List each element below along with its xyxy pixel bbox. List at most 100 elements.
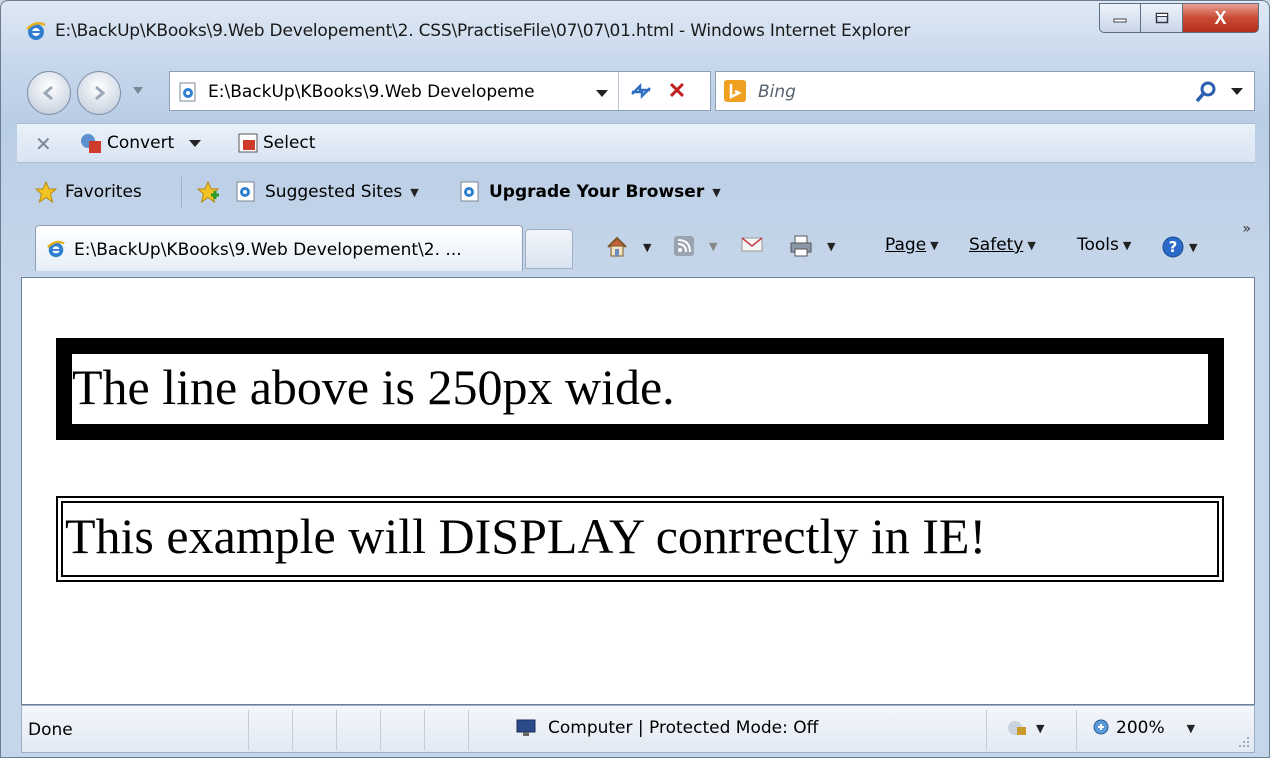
ie-logo-icon [47, 240, 65, 258]
feeds-button[interactable]: ▼ [673, 235, 717, 257]
window-controls: X [1099, 3, 1259, 33]
chevron-down-icon [189, 140, 202, 147]
status-divider [468, 710, 469, 750]
status-divider [292, 710, 293, 750]
chevron-down-icon: ▼ [1036, 721, 1045, 735]
zoom-control[interactable]: 200% ▼ [1092, 718, 1195, 738]
help-menu[interactable]: ? ▼ [1161, 235, 1197, 259]
status-bar: Done Computer | Protected Mode: Off ▼ 20… [21, 705, 1255, 753]
address-dropdown-icon[interactable] [594, 82, 610, 102]
page-menu-label: Page [885, 235, 927, 255]
status-divider [336, 710, 337, 750]
back-button[interactable] [27, 71, 71, 115]
close-toolbar-icon[interactable]: ✕ [35, 132, 52, 157]
page-content: The line above is 250px wide. This examp… [21, 277, 1255, 705]
computer-icon [516, 719, 536, 736]
browser-window: E:\BackUp\KBooks\9.Web Developement\2. C… [0, 0, 1270, 758]
star-icon [35, 181, 57, 203]
new-tab-button[interactable] [525, 229, 573, 269]
tab-label: E:\BackUp\KBooks\9.Web Developement\2. .… [74, 240, 462, 260]
chevron-down-icon: ▼ [1027, 238, 1036, 252]
favorites-label: Favorites [65, 182, 142, 202]
convert-toolbar: ✕ Convert Select [17, 123, 1255, 163]
title-bar: E:\BackUp\KBooks\9.Web Developement\2. C… [1, 1, 1269, 61]
chevron-down-icon: ▼ [1186, 721, 1196, 735]
window-title: E:\BackUp\KBooks\9.Web Developement\2. C… [55, 21, 911, 41]
lock-icon [1008, 721, 1026, 735]
convert-button[interactable]: Convert [79, 132, 202, 154]
svg-text:?: ? [1169, 238, 1178, 256]
chevron-down-icon: ▼ [643, 240, 652, 254]
read-mail-button[interactable] [741, 235, 763, 253]
add-favorite-icon [197, 181, 220, 203]
search-box[interactable]: Bing [715, 71, 1255, 111]
status-divider [380, 710, 381, 750]
thick-border-box: The line above is 250px wide. [56, 338, 1224, 440]
security-zone[interactable]: Computer | Protected Mode: Off [514, 718, 818, 738]
chevron-down-icon: ▼ [1122, 238, 1132, 252]
address-bar[interactable]: E:\BackUp\KBooks\9.Web Developeme ✕ [169, 71, 711, 111]
search-dropdown-icon[interactable] [1230, 84, 1244, 98]
maximize-icon [1155, 12, 1168, 24]
close-button[interactable]: X [1183, 3, 1259, 33]
home-button[interactable]: ▼ [605, 235, 651, 259]
line-above-text: The line above is 250px wide. [72, 359, 675, 415]
navigation-bar: E:\BackUp\KBooks\9.Web Developeme ✕ Bing [1, 63, 1269, 119]
select-icon [238, 133, 258, 153]
print-button[interactable]: ▼ [789, 235, 835, 257]
page-menu[interactable]: Page ▼ [885, 235, 939, 255]
select-button[interactable]: Select [237, 132, 315, 154]
suggested-sites-label: Suggested Sites [265, 182, 403, 202]
upgrade-browser-button[interactable]: Upgrade Your Browser ▼ [459, 181, 721, 203]
address-separator [618, 72, 619, 110]
add-to-favorites-button[interactable] [197, 181, 221, 203]
tab-bar: E:\BackUp\KBooks\9.Web Developement\2. .… [17, 219, 1255, 275]
help-icon: ? [1162, 236, 1184, 258]
safety-menu-label: Safety [969, 235, 1024, 255]
chevron-down-icon: ▼ [1189, 240, 1198, 254]
forward-arrow-icon [95, 85, 106, 101]
tools-menu[interactable]: Tools ▼ [1077, 235, 1131, 255]
ie-page-icon [460, 181, 479, 202]
mail-icon [741, 237, 763, 252]
favorites-bar: Favorites Suggested Sites ▼ Upgrade Your… [17, 167, 1255, 219]
chevron-down-icon: ▼ [709, 239, 718, 253]
minimize-icon [1113, 18, 1127, 23]
close-icon: X [1214, 7, 1227, 28]
tools-menu-label: Tools [1077, 235, 1119, 255]
more-commands-icon[interactable]: » [1242, 221, 1251, 237]
chevron-down-icon: ▼ [827, 239, 836, 253]
zone-label: Computer | Protected Mode: Off [548, 718, 819, 738]
history-dropdown-icon[interactable] [133, 87, 143, 95]
select-label: Select [263, 133, 316, 153]
tab-active[interactable]: E:\BackUp\KBooks\9.Web Developement\2. .… [35, 225, 523, 271]
status-divider [248, 710, 249, 750]
status-divider [986, 710, 987, 750]
safety-menu[interactable]: Safety ▼ [969, 235, 1036, 255]
stop-icon[interactable]: ✕ [664, 78, 690, 104]
status-text: Done [28, 720, 73, 740]
home-icon [607, 236, 627, 257]
refresh-icon[interactable] [628, 80, 654, 102]
forward-button[interactable] [77, 71, 121, 115]
double-border-box: This example will DISPLAY conrrectly in … [56, 496, 1224, 582]
convert-icon [81, 134, 101, 153]
upgrade-label: Upgrade Your Browser [489, 182, 705, 202]
maximize-button[interactable] [1141, 3, 1183, 33]
convert-label: Convert [107, 133, 175, 153]
popup-settings-button[interactable]: ▼ [1006, 718, 1044, 738]
bing-logo-icon [724, 80, 746, 102]
search-icon[interactable] [1194, 80, 1218, 104]
minimize-button[interactable] [1099, 3, 1141, 33]
address-input[interactable]: E:\BackUp\KBooks\9.Web Developeme [208, 82, 582, 102]
favorites-button[interactable]: Favorites [35, 181, 142, 203]
ie-page-icon [236, 181, 255, 202]
zoom-level: 200% [1116, 718, 1165, 738]
rss-feed-icon [674, 236, 694, 256]
suggested-sites-button[interactable]: Suggested Sites ▼ [235, 181, 419, 203]
resize-grip-icon[interactable] [1238, 736, 1250, 748]
zoom-icon [1093, 719, 1109, 735]
ie-example-text: This example will DISPLAY conrrectly in … [65, 508, 987, 564]
search-input[interactable]: Bing [758, 82, 796, 102]
status-divider [1076, 710, 1077, 750]
